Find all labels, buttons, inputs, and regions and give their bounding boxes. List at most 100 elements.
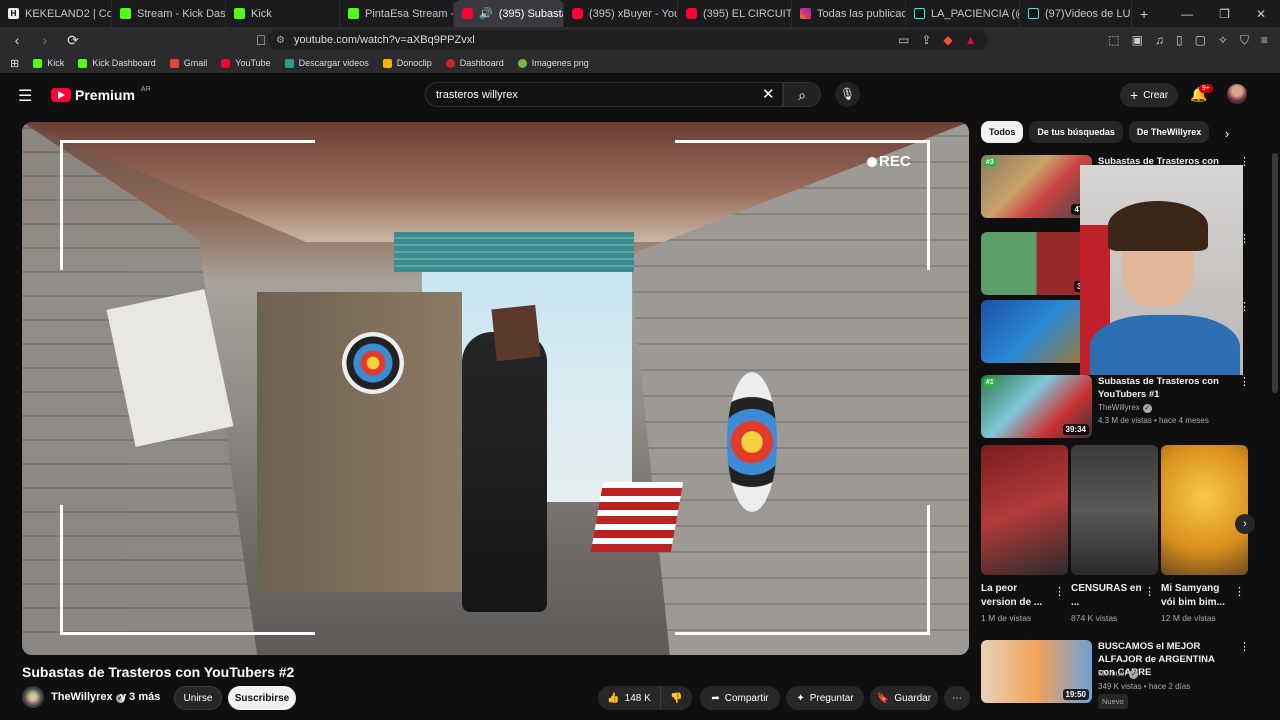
related-meta: 4.3 M de vistas • hace 4 meses: [1098, 416, 1209, 425]
forward-icon[interactable]: ›: [34, 32, 56, 48]
more-icon[interactable]: ⋮: [1054, 585, 1065, 598]
leo-icon[interactable]: ✧: [1218, 33, 1228, 47]
chevron-right-icon: ›: [1243, 518, 1247, 530]
short-thumbnail[interactable]: [981, 445, 1068, 575]
download-site-icon: [284, 58, 294, 68]
subscribe-button[interactable]: Suscribirse: [228, 686, 296, 710]
video-thumbnail[interactable]: #1 39:34: [981, 375, 1092, 438]
related-title[interactable]: Subastas de Trasteros con YouTubers #1: [1098, 375, 1233, 401]
browser-tab[interactable]: PintaEsa Stream - K: [340, 0, 454, 27]
dislike-button[interactable]: 👎: [660, 686, 692, 710]
share-page-icon[interactable]: ⇪: [921, 33, 931, 47]
window-controls: — ❐ ✕: [1181, 0, 1280, 27]
browser-tab[interactable]: (97)Videos de LUIS DE: [1020, 0, 1132, 27]
collaborators-label[interactable]: y 3 más: [120, 691, 160, 703]
short-title[interactable]: La peor version de ...: [981, 582, 1053, 610]
more-icon: ⋯: [952, 692, 962, 704]
like-button[interactable]: 👍 148 K: [598, 686, 660, 710]
browser-tab[interactable]: HKEKELAND2 | Consola: [0, 0, 112, 27]
screenshot-icon[interactable]: ▣: [1132, 33, 1143, 47]
bookmark-item[interactable]: Dashboard: [445, 58, 504, 68]
bookmark-item[interactable]: Imagenes png: [517, 58, 589, 68]
save-button[interactable]: 🔖 Guardar: [870, 686, 938, 710]
short-thumbnail[interactable]: [1161, 445, 1248, 575]
shorts-next-button[interactable]: ›: [1235, 514, 1255, 534]
bookmark-item[interactable]: Donoclip: [382, 58, 432, 68]
browser-tab-active[interactable]: 🔊(395) Subastas✕: [454, 0, 564, 27]
music-icon[interactable]: ♫: [1155, 33, 1164, 47]
more-icon[interactable]: ⋮: [1234, 585, 1245, 598]
join-button[interactable]: Unirse: [174, 686, 222, 710]
search-button[interactable]: ⌕: [783, 82, 821, 107]
chevron-right-icon[interactable]: ›: [1225, 126, 1229, 141]
short-title[interactable]: Mi Samyang vói bim bim...: [1161, 582, 1233, 610]
search-input[interactable]: trasteros willyrex: [425, 82, 783, 107]
youtube-logo[interactable]: Premium AR: [51, 86, 151, 103]
minimize-icon[interactable]: —: [1181, 7, 1193, 21]
url-field[interactable]: ⚙ youtube.com/watch?v=aXBq9PPZvxl: [268, 30, 988, 50]
account-avatar[interactable]: [1227, 84, 1247, 104]
clear-search-icon[interactable]: ✕: [762, 85, 775, 103]
voice-search-button[interactable]: 🎙: [835, 82, 860, 107]
bookmark-item[interactable]: YouTube: [221, 58, 271, 68]
rec-corner: [60, 140, 315, 270]
related-video[interactable]: #1 39:34 Subastas de Trasteros con YouTu…: [981, 375, 1250, 438]
chip-all[interactable]: Todos: [981, 121, 1024, 143]
channel-name[interactable]: TheWillyrex ✓: [51, 691, 125, 703]
cast-icon[interactable]: ▭: [898, 33, 909, 47]
ask-button[interactable]: ✦ Preguntar: [786, 686, 864, 710]
wallet-icon[interactable]: ▢: [1195, 33, 1206, 47]
related-channel[interactable]: Memuel ✓: [1098, 667, 1139, 680]
new-tab-button[interactable]: +: [1132, 0, 1156, 27]
browser-tab[interactable]: Kick: [226, 0, 340, 27]
sidebar-icon[interactable]: ▯: [1176, 33, 1183, 47]
hugo-icon: H: [8, 8, 19, 19]
webcam-hair: [1108, 201, 1208, 251]
site-info-icon[interactable]: ⚙: [276, 35, 285, 46]
more-actions-button[interactable]: ⋯: [944, 686, 970, 710]
video-thumbnail[interactable]: 34: [981, 232, 1092, 295]
short-title[interactable]: CENSURAS en ...: [1071, 582, 1143, 610]
bookmark-item[interactable]: Kick Dashboard: [78, 58, 156, 68]
video-thumbnail[interactable]: [981, 300, 1092, 363]
page-scrollbar[interactable]: [1272, 153, 1278, 393]
channel-avatar[interactable]: [22, 686, 44, 708]
browser-tab[interactable]: (395) EL CIRCUITO DE: [678, 0, 792, 27]
new-badge: Nuevo: [1098, 694, 1128, 709]
bookmark-item[interactable]: Gmail: [169, 58, 207, 68]
back-icon[interactable]: ‹: [6, 32, 28, 48]
browser-tab[interactable]: Stream - Kick Dashboa: [112, 0, 226, 27]
bookmark-item[interactable]: Kick: [33, 58, 64, 68]
youtube-icon: [572, 8, 583, 19]
restore-icon[interactable]: ❐: [1219, 7, 1230, 21]
browser-tab[interactable]: (395) xBuyer - YouTube: [564, 0, 678, 27]
share-button[interactable]: ➦ Compartir: [700, 686, 780, 710]
video-thumbnail[interactable]: 19:50: [981, 640, 1092, 703]
more-icon[interactable]: ⋮: [1144, 585, 1155, 598]
browser-tab[interactable]: Todas las publicacione: [792, 0, 906, 27]
short-views: 12 M de vistas: [1161, 613, 1216, 623]
more-icon[interactable]: ⋮: [1239, 375, 1250, 388]
instagram-icon: [800, 8, 811, 19]
short-thumbnail[interactable]: [1071, 445, 1158, 575]
video-player[interactable]: REC: [22, 122, 969, 655]
menu-icon[interactable]: ≡: [1261, 33, 1268, 47]
guide-menu-icon[interactable]: ☰: [18, 86, 32, 106]
browser-tab[interactable]: LA_PACIENCIA (@la_p: [906, 0, 1020, 27]
extensions-icon[interactable]: ⬚: [1108, 33, 1119, 47]
apps-grid-icon[interactable]: ⊞: [10, 57, 19, 70]
more-icon[interactable]: ⋮: [1239, 640, 1250, 653]
create-button[interactable]: + Crear: [1120, 83, 1179, 107]
chip-from-channel[interactable]: De TheWillyrex: [1128, 121, 1210, 143]
notification-badge: 9+: [1199, 84, 1213, 93]
brave-shield-icon[interactable]: ◆: [943, 33, 952, 47]
rewards-icon[interactable]: ▲: [965, 33, 977, 47]
close-window-icon[interactable]: ✕: [1256, 7, 1266, 21]
vpn-icon[interactable]: ⛉: [1240, 33, 1249, 48]
bookmark-item[interactable]: Descargar videos: [284, 58, 369, 68]
video-thumbnail[interactable]: #3 47:: [981, 155, 1092, 218]
related-channel[interactable]: TheWillyrex ✓: [1098, 401, 1152, 414]
related-video[interactable]: 19:50 BUSCAMOS el MEJOR ALFAJOR de ARGEN…: [981, 640, 1250, 709]
chip-from-searches[interactable]: De tus búsquedas: [1029, 121, 1123, 143]
reload-icon[interactable]: ⟳: [62, 32, 84, 49]
